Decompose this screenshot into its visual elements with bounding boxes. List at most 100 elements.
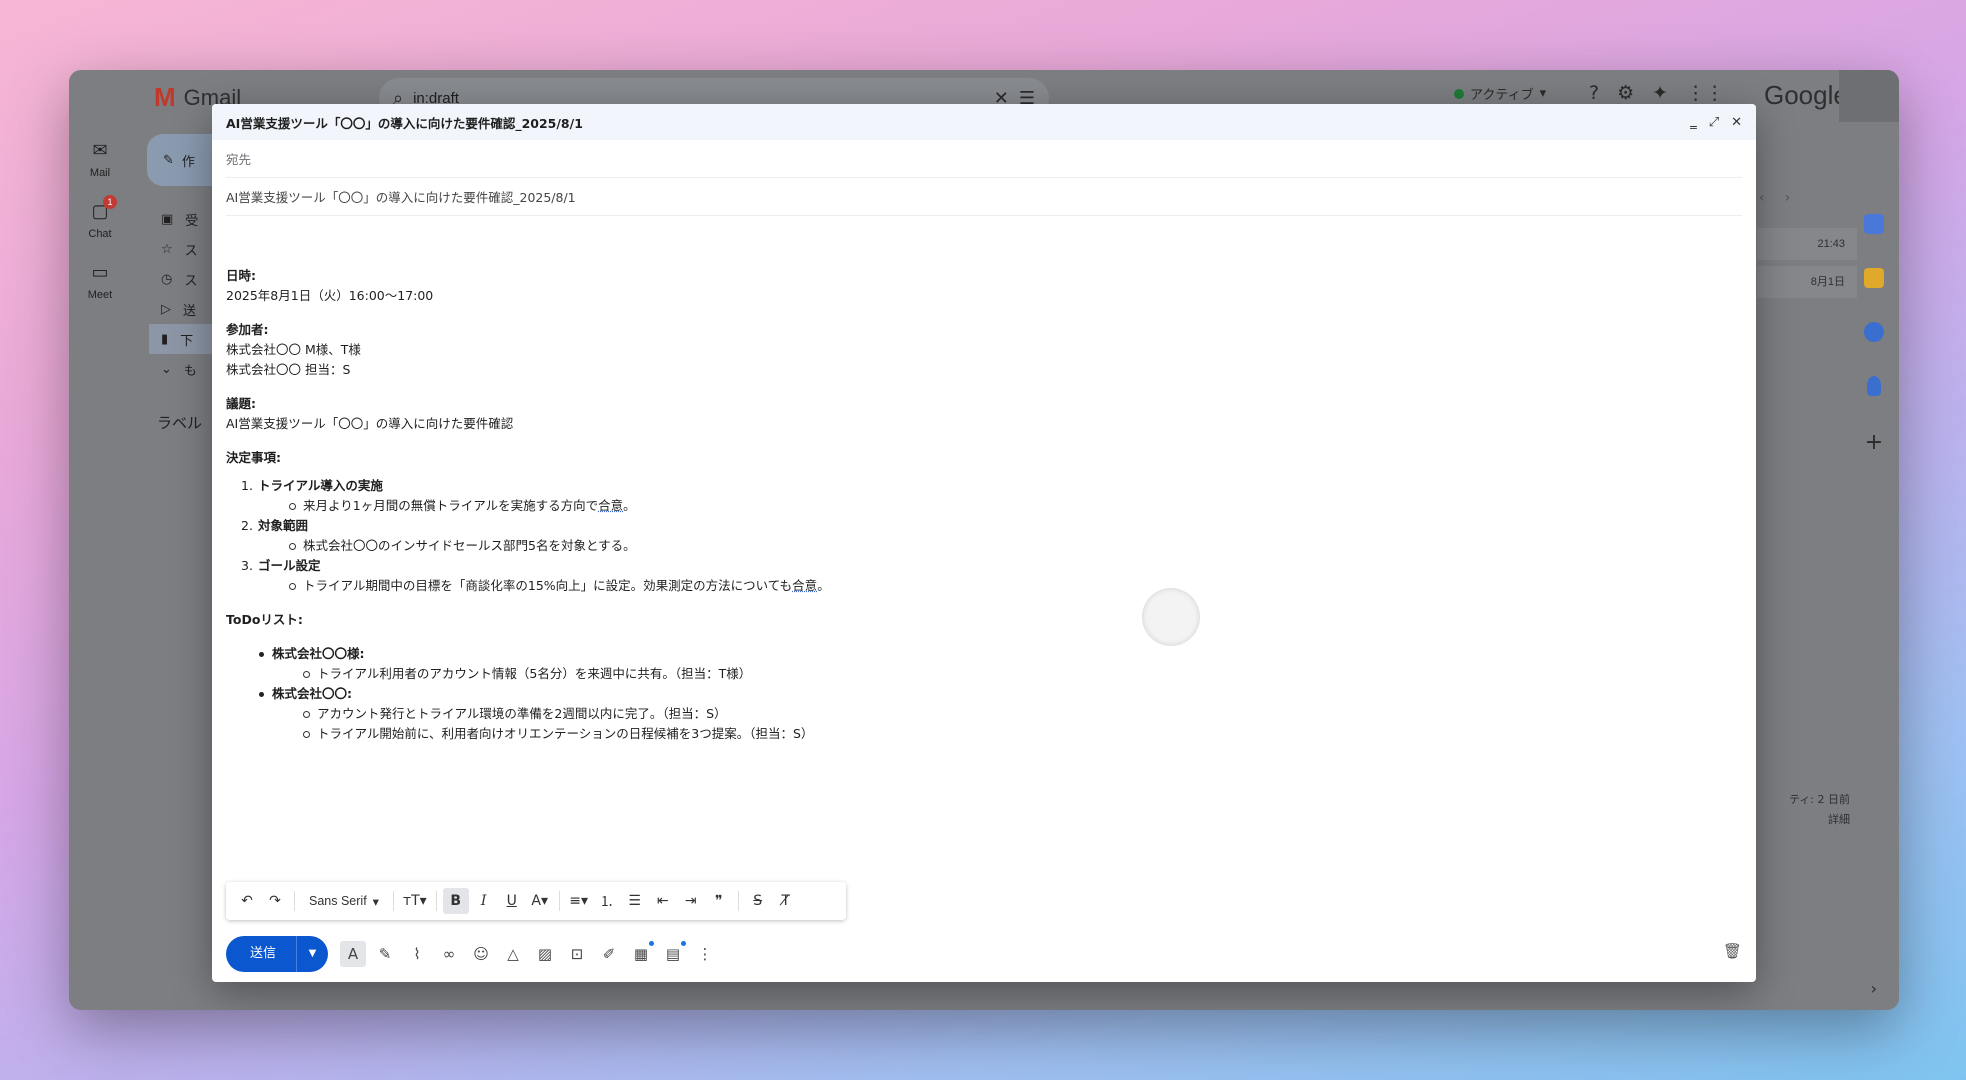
rail-meet[interactable]: ▭ Meet xyxy=(69,262,131,301)
chevron-down-icon: ▾ xyxy=(372,894,379,909)
compose-window-controls: ‗ ⤢ ✕ xyxy=(1690,115,1742,130)
calendar-icon[interactable] xyxy=(1864,214,1884,234)
indent-more-icon[interactable]: ⇥ xyxy=(678,888,704,914)
font-select[interactable]: Sans Serif ▾ xyxy=(301,888,387,914)
gmail-m-icon: M xyxy=(154,82,176,112)
send-options-chevron-icon[interactable]: ▼ xyxy=(296,936,328,972)
italic-icon[interactable]: I xyxy=(471,888,497,914)
formatting-options-icon[interactable]: A xyxy=(340,941,367,967)
numbered-list-icon[interactable]: ⒈ xyxy=(594,888,620,914)
status-dot xyxy=(1454,88,1464,99)
chat-badge: 1 xyxy=(103,195,117,209)
keep-icon[interactable] xyxy=(1864,268,1884,288)
strikethrough-icon[interactable]: S xyxy=(745,888,771,914)
layouts-icon[interactable]: ▦ xyxy=(628,941,655,967)
undo-icon[interactable]: ↶ xyxy=(234,888,260,914)
star-icon: ☆ xyxy=(161,241,173,257)
bold-icon[interactable]: B xyxy=(442,888,469,914)
contacts-icon[interactable] xyxy=(1867,376,1881,396)
tasks-icon[interactable] xyxy=(1864,322,1884,342)
attach-icon[interactable]: ⌇ xyxy=(404,941,430,967)
decision-title: トライアル導入の実施 xyxy=(258,478,383,493)
help-icon[interactable]: ? xyxy=(1589,82,1599,104)
decision-item: 1. トライアル導入の実施 来月より1ヶ月間の無償トライアルを実施する方向で合意… xyxy=(241,476,1742,516)
todo-group: 株式会社〇〇様: トライアル利用者のアカウント情報（5名分）を来週中に共有。（担… xyxy=(259,644,1742,684)
bulleted-list-icon[interactable]: ☰ xyxy=(622,888,648,914)
apps-grid-icon[interactable]: ⋮⋮ xyxy=(1686,82,1724,104)
compose-button-label: 作 xyxy=(181,154,195,170)
chevron-right-icon[interactable]: › xyxy=(1871,979,1877,998)
date-heading: 日時: xyxy=(226,268,256,283)
last-activity: ティ: 2 日前 詳細 xyxy=(1754,790,1850,830)
draft-icon: ▮ xyxy=(161,331,169,347)
mail-icon: ✉ xyxy=(92,140,108,160)
gear-icon[interactable]: ⚙ xyxy=(1617,82,1634,104)
rail-mail[interactable]: ✉ Mail xyxy=(69,140,131,179)
decision-detail: トライアル期間中の目標を「商談化率の15%向上」に設定。効果測定の方法についても… xyxy=(289,576,1742,596)
more-options-icon[interactable]: ⋮ xyxy=(692,941,718,967)
decision-item: 3. ゴール設定 トライアル期間中の目標を「商談化率の15%向上」に設定。効果測… xyxy=(241,556,1742,596)
decisions-heading: 決定事項: xyxy=(226,450,281,465)
todo-heading: ToDoリスト: xyxy=(226,612,303,627)
message-body[interactable]: 日時: 2025年8月1日（火）16:00〜17:00 参加者: 株式会社〇〇 … xyxy=(212,216,1756,744)
gemini-icon[interactable]: ✦ xyxy=(1652,82,1668,104)
decision-number: 2. xyxy=(241,518,253,533)
subject-field[interactable]: AI営業支援ツール「〇〇」の導入に向けた要件確認_2025/8/1 xyxy=(226,178,1742,216)
chat-icon: ▢ xyxy=(91,201,109,221)
decision-detail: 来月より1ヶ月間の無償トライアルを実施する方向で合意。 xyxy=(289,496,1742,516)
magic-write-icon[interactable]: ✎ xyxy=(372,941,398,967)
confidential-lock-icon[interactable]: ⊡ xyxy=(564,941,590,967)
decision-title: ゴール設定 xyxy=(258,558,321,573)
pencil-icon: ✎ xyxy=(163,152,174,168)
decision-title: 対象範囲 xyxy=(258,518,309,533)
date-section: 日時: 2025年8月1日（火）16:00〜17:00 xyxy=(226,266,1742,306)
expand-icon[interactable]: ⤢ xyxy=(1709,115,1719,130)
redo-icon[interactable]: ↷ xyxy=(262,888,288,914)
loading-spinner xyxy=(1142,588,1200,646)
todo-section: ToDoリスト: 株式会社〇〇様: トライアル利用者のアカウント情報（5名分）を… xyxy=(226,610,1742,744)
formatting-toolbar: ↶ ↷ Sans Serif ▾ тT▾ B I U A▾ ≡▾ ⒈ ☰ ⇤ ⇥ … xyxy=(226,882,846,920)
sidebar-item-label: ス xyxy=(184,273,198,289)
gmail-window: M Gmail ⌕ in:draft ✕ ☰ アクティブ ▾ ? ⚙ ✦ ⋮⋮ … xyxy=(69,70,1899,1010)
font-size-icon[interactable]: тT▾ xyxy=(400,888,430,914)
app-rail: ✉ Mail ▢ 1 Chat ▭ Meet xyxy=(69,140,131,323)
add-addon-icon[interactable]: + xyxy=(1849,430,1899,455)
close-icon[interactable]: ✕ xyxy=(1731,115,1742,130)
emoji-icon[interactable]: ☺ xyxy=(468,941,494,967)
minimize-icon[interactable]: ‗ xyxy=(1690,115,1697,130)
rail-chat[interactable]: ▢ 1 Chat xyxy=(69,195,131,240)
pagination-arrows[interactable]: ‹› xyxy=(1759,190,1810,206)
schedule-calendar-icon[interactable]: ▤ xyxy=(660,941,687,967)
agenda-value: AI営業支援ツール「〇〇」の導入に向けた要件確認 xyxy=(226,416,514,431)
todo-owner: 株式会社〇〇: xyxy=(272,686,352,701)
underline-icon[interactable]: U xyxy=(499,888,525,914)
link-icon[interactable]: ∞ xyxy=(436,941,462,967)
top-icons: ? ⚙ ✦ ⋮⋮ xyxy=(1589,82,1724,104)
mail-row-time[interactable]: 8月1日 xyxy=(1757,266,1857,298)
quote-icon[interactable]: ❞ xyxy=(706,888,732,914)
avatar[interactable] xyxy=(1839,70,1899,122)
sidebar-item-label: 送 xyxy=(183,303,197,319)
mail-row-time[interactable]: 21:43 xyxy=(1757,228,1857,260)
signature-icon[interactable]: ✐ xyxy=(596,941,622,967)
decision-item: 2. 対象範囲 株式会社〇〇のインサイドセールス部門5名を対象とする。 xyxy=(241,516,1742,556)
participant-line: 株式会社〇〇 M様、T様 xyxy=(226,342,361,357)
send-icon: ▷ xyxy=(161,301,171,317)
compose-header[interactable]: AI営業支援ツール「〇〇」の導入に向けた要件確認_2025/8/1 ‗ ⤢ ✕ xyxy=(212,104,1756,140)
drive-icon[interactable]: △ xyxy=(500,941,526,967)
right-side-panel: + xyxy=(1849,140,1899,1010)
text-color-icon[interactable]: A▾ xyxy=(527,888,553,914)
details-link[interactable]: 詳細 xyxy=(1754,810,1850,830)
labels-heading: ラベル xyxy=(157,414,203,432)
compose-title: AI営業支援ツール「〇〇」の導入に向けた要件確認_2025/8/1 xyxy=(226,115,583,131)
discard-draft-icon[interactable]: 🗑 xyxy=(1723,942,1742,960)
date-value: 2025年8月1日（火）16:00〜17:00 xyxy=(226,288,434,303)
to-field[interactable]: 宛先 xyxy=(226,140,1742,178)
status-indicator[interactable]: アクティブ ▾ xyxy=(1454,84,1546,103)
clear-formatting-icon[interactable]: T̸ xyxy=(773,888,799,914)
send-button[interactable]: 送信 ▼ xyxy=(226,936,329,972)
indent-less-icon[interactable]: ⇤ xyxy=(650,888,676,914)
activity-text: ティ: 2 日前 xyxy=(1788,793,1850,806)
image-icon[interactable]: ▨ xyxy=(532,941,558,967)
align-icon[interactable]: ≡▾ xyxy=(566,888,592,914)
